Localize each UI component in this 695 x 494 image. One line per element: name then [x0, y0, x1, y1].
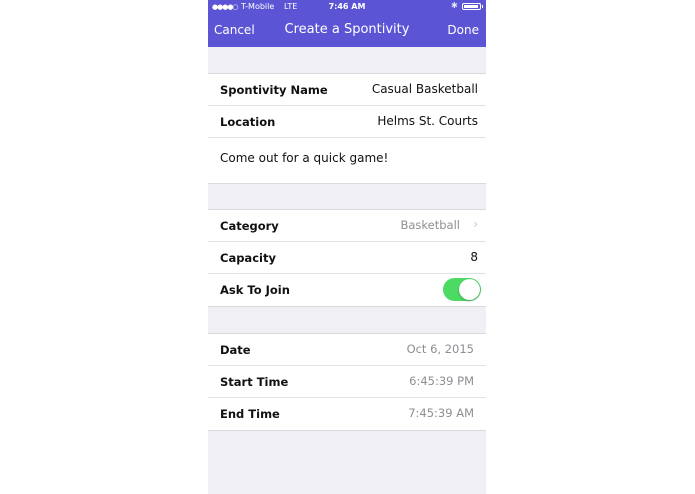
- spontivity-name-label: Spontivity Name: [220, 83, 328, 97]
- end-time-row[interactable]: End Time 7:45:39 AM: [208, 398, 486, 430]
- settings-section: Category Basketball › Capacity 8 Ask To …: [208, 209, 486, 307]
- start-time-row[interactable]: Start Time 6:45:39 PM: [208, 366, 486, 398]
- date-value[interactable]: Oct 6, 2015: [407, 342, 474, 356]
- bluetooth-icon: ✱: [451, 1, 458, 10]
- page-title: Create a Spontivity: [284, 22, 410, 37]
- capacity-label: Capacity: [220, 251, 276, 265]
- location-label: Location: [220, 115, 276, 129]
- ask-to-join-row: Ask To Join: [208, 274, 486, 306]
- location-row[interactable]: Location Helms St. Courts: [208, 106, 486, 138]
- description-field[interactable]: Come out for a quick game!: [220, 151, 388, 165]
- ask-to-join-toggle[interactable]: [443, 278, 481, 301]
- chevron-right-icon: ›: [473, 217, 478, 231]
- status-time: 7:46 AM: [328, 2, 366, 11]
- navigation-bar: ●●●●○ T-Mobile LTE 7:46 AM ✱ Cancel Crea…: [208, 0, 486, 47]
- category-label: Category: [220, 219, 279, 233]
- category-row[interactable]: Category Basketball ›: [208, 210, 486, 242]
- spontivity-name-field[interactable]: Casual Basketball: [372, 82, 478, 96]
- start-time-value[interactable]: 6:45:39 PM: [409, 374, 474, 388]
- start-time-label: Start Time: [220, 375, 289, 389]
- spontivity-name-row[interactable]: Spontivity Name Casual Basketball: [208, 74, 486, 106]
- description-row[interactable]: Come out for a quick game!: [208, 138, 486, 183]
- details-section: Spontivity Name Casual Basketball Locati…: [208, 73, 486, 184]
- end-time-value[interactable]: 7:45:39 AM: [408, 406, 474, 420]
- date-label: Date: [220, 343, 251, 357]
- app-screen: ●●●●○ T-Mobile LTE 7:46 AM ✱ Cancel Crea…: [208, 0, 486, 494]
- status-bar: ●●●●○ T-Mobile LTE 7:46 AM ✱: [208, 0, 486, 14]
- date-row[interactable]: Date Oct 6, 2015: [208, 334, 486, 366]
- capacity-row[interactable]: Capacity 8: [208, 242, 486, 274]
- toggle-knob: [459, 279, 480, 300]
- schedule-section: Date Oct 6, 2015 Start Time 6:45:39 PM E…: [208, 333, 486, 431]
- capacity-field[interactable]: 8: [470, 250, 478, 264]
- end-time-label: End Time: [220, 407, 280, 421]
- done-button[interactable]: Done: [447, 23, 479, 37]
- battery-level: [464, 5, 478, 8]
- ask-to-join-label: Ask To Join: [220, 283, 290, 297]
- category-value: Basketball: [400, 218, 461, 232]
- battery-icon: [462, 3, 483, 10]
- location-field[interactable]: Helms St. Courts: [377, 114, 478, 128]
